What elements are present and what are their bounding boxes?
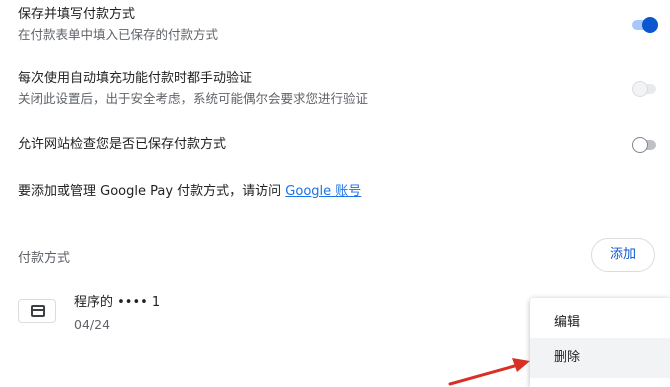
annotation-arrow-icon [448,358,530,386]
